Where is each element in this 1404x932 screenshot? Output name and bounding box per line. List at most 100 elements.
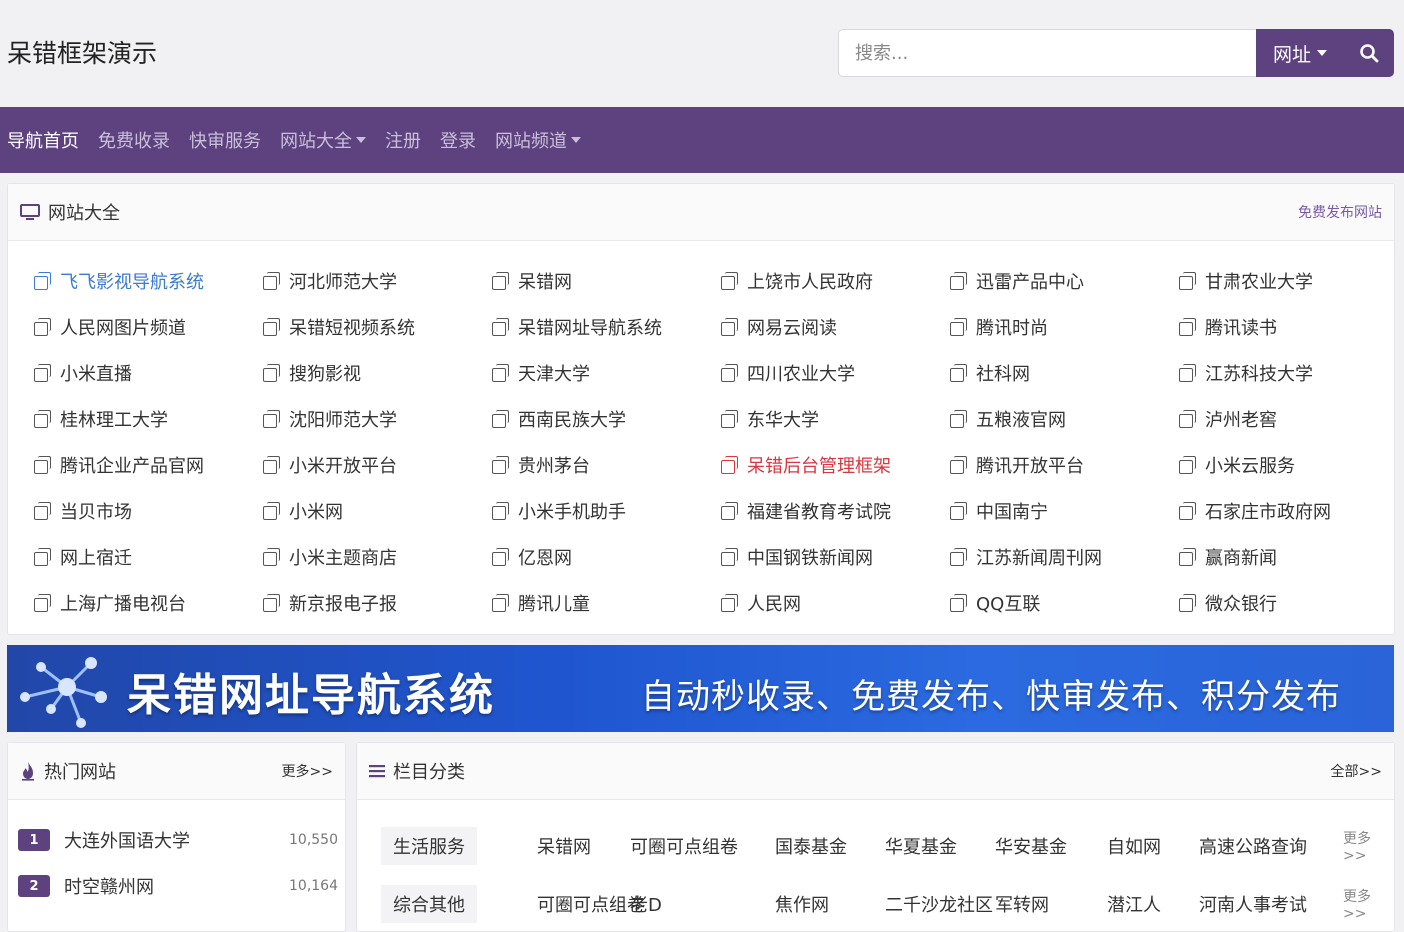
category-label[interactable]: 综合其他	[381, 885, 477, 923]
site-link[interactable]: 人民网	[721, 590, 801, 616]
search-button[interactable]	[1344, 29, 1394, 77]
promo-banner[interactable]: 呆错网址导航系统 自动秒收录、免费发布、快审发布、积分发布	[7, 645, 1394, 732]
nav-item-5[interactable]: 登录	[440, 127, 476, 153]
site-link[interactable]: 东华大学	[721, 406, 819, 432]
site-link[interactable]: 中国钢铁新闻网	[721, 544, 873, 570]
site-link[interactable]: 福建省教育考试院	[721, 498, 891, 524]
site-link[interactable]: 小米开放平台	[263, 452, 397, 478]
site-link[interactable]: 腾讯企业产品官网	[34, 452, 204, 478]
hot-site-row[interactable]: 2 时空赣州网 10,164	[18, 871, 338, 901]
site-link[interactable]: 新京报电子报	[263, 590, 397, 616]
site-link[interactable]: 网上宿迁	[34, 544, 132, 570]
site-title[interactable]: 呆错框架演示	[7, 34, 157, 70]
site-link[interactable]: 呆错短视频系统	[263, 314, 415, 340]
category-item[interactable]: 河南人事考试	[1199, 885, 1307, 923]
hot-site-name[interactable]: 大连外国语大学	[64, 827, 190, 853]
site-link[interactable]: 泸州老窖	[1179, 406, 1277, 432]
categories-all-link[interactable]: 全部>>	[1331, 761, 1382, 781]
site-link[interactable]: 小米直播	[34, 360, 132, 386]
nav-item-2[interactable]: 快审服务	[189, 127, 261, 153]
site-link[interactable]: 上海广播电视台	[34, 590, 186, 616]
site-link[interactable]: 天津大学	[492, 360, 590, 386]
hot-site-name[interactable]: 时空赣州网	[64, 873, 154, 899]
category-item[interactable]: 二千沙龙社区	[885, 885, 993, 923]
site-link[interactable]: 社科网	[950, 360, 1030, 386]
site-link-label: 河北师范大学	[289, 272, 397, 293]
site-link[interactable]: 小米手机助手	[492, 498, 626, 524]
category-more-link[interactable]: 更多>>	[1343, 827, 1391, 865]
nav-item-0[interactable]: 导航首页	[7, 127, 79, 153]
site-link[interactable]: 人民网图片频道	[34, 314, 186, 340]
site-link-label: 亿恩网	[518, 548, 572, 569]
copy-icon	[34, 410, 52, 428]
site-link[interactable]: 赢商新闻	[1179, 544, 1277, 570]
site-link[interactable]: 腾讯时尚	[950, 314, 1048, 340]
site-link-label: 贵州茅台	[518, 456, 590, 477]
site-link[interactable]: 腾讯儿童	[492, 590, 590, 616]
site-link[interactable]: 河北师范大学	[263, 268, 397, 294]
nav-item-6[interactable]: 网站频道	[495, 127, 581, 153]
hot-site-count: 10,550	[289, 832, 338, 848]
category-item[interactable]: 老D	[630, 885, 662, 923]
site-link[interactable]: 腾讯开放平台	[950, 452, 1084, 478]
site-link-label: 东华大学	[747, 410, 819, 431]
site-link[interactable]: 呆错网址导航系统	[492, 314, 662, 340]
site-link[interactable]: 江苏科技大学	[1179, 360, 1313, 386]
site-link[interactable]: 网易云阅读	[721, 314, 837, 340]
hot-sites-more-link[interactable]: 更多>>	[282, 761, 333, 781]
site-link[interactable]: 小米云服务	[1179, 452, 1295, 478]
site-link[interactable]: 搜狗影视	[263, 360, 361, 386]
category-item[interactable]: 潜江人	[1107, 885, 1161, 923]
category-more-link[interactable]: 更多>>	[1343, 885, 1391, 923]
category-item[interactable]: 军转网	[995, 885, 1049, 923]
free-publish-link[interactable]: 免费发布网站	[1298, 202, 1382, 222]
copy-icon	[721, 548, 739, 566]
site-link[interactable]: 沈阳师范大学	[263, 406, 397, 432]
site-link[interactable]: 呆错后台管理框架	[721, 452, 891, 478]
header: 呆错框架演示 网址	[0, 0, 1404, 106]
nav-item-3[interactable]: 网站大全	[280, 127, 366, 153]
site-link[interactable]: 石家庄市政府网	[1179, 498, 1331, 524]
site-link[interactable]: QQ互联	[950, 590, 1040, 616]
site-link[interactable]: 呆错网	[492, 268, 572, 294]
copy-icon	[492, 548, 510, 566]
site-link[interactable]: 小米主题商店	[263, 544, 397, 570]
sites-card: 网站大全 免费发布网站 飞飞影视导航系统 河北师范大学 呆错网 上饶市人民政府 迅雷产品…	[7, 183, 1395, 635]
category-item[interactable]: 呆错网	[537, 827, 591, 865]
chevron-down-icon	[356, 137, 366, 143]
category-item[interactable]: 高速公路查询	[1199, 827, 1307, 865]
flame-icon	[22, 762, 34, 781]
category-item[interactable]: 自如网	[1107, 827, 1161, 865]
nav-item-4[interactable]: 注册	[385, 127, 421, 153]
site-link[interactable]: 五粮液官网	[950, 406, 1066, 432]
nav-item-1[interactable]: 免费收录	[98, 127, 170, 153]
category-item[interactable]: 华安基金	[995, 827, 1067, 865]
category-item[interactable]: 可圈可点组卷	[537, 885, 645, 923]
category-item[interactable]: 焦作网	[775, 885, 829, 923]
site-link[interactable]: 四川农业大学	[721, 360, 855, 386]
site-link[interactable]: 迅雷产品中心	[950, 268, 1084, 294]
category-label[interactable]: 生活服务	[381, 827, 477, 865]
site-link[interactable]: 贵州茅台	[492, 452, 590, 478]
site-link[interactable]: 中国南宁	[950, 498, 1048, 524]
category-item[interactable]: 国泰基金	[775, 827, 847, 865]
category-item[interactable]: 可圈可点组卷	[630, 827, 738, 865]
site-link[interactable]: 小米网	[263, 498, 343, 524]
sites-card-title-text: 网站大全	[48, 203, 120, 224]
site-link[interactable]: 当贝市场	[34, 498, 132, 524]
site-link[interactable]: 甘肃农业大学	[1179, 268, 1313, 294]
search-type-dropdown[interactable]: 网址	[1256, 29, 1344, 77]
site-link[interactable]: 上饶市人民政府	[721, 268, 873, 294]
site-link[interactable]: 西南民族大学	[492, 406, 626, 432]
category-item[interactable]: 华夏基金	[885, 827, 957, 865]
site-link[interactable]: 腾讯读书	[1179, 314, 1277, 340]
site-link-label: QQ互联	[976, 594, 1041, 615]
site-link[interactable]: 桂林理工大学	[34, 406, 168, 432]
site-link[interactable]: 微众银行	[1179, 590, 1277, 616]
copy-icon	[721, 502, 739, 520]
hot-site-row[interactable]: 1 大连外国语大学 10,550	[18, 825, 338, 855]
site-link[interactable]: 飞飞影视导航系统	[34, 268, 204, 294]
site-link[interactable]: 亿恩网	[492, 544, 572, 570]
site-link[interactable]: 江苏新闻周刊网	[950, 544, 1102, 570]
search-input[interactable]	[838, 29, 1256, 77]
